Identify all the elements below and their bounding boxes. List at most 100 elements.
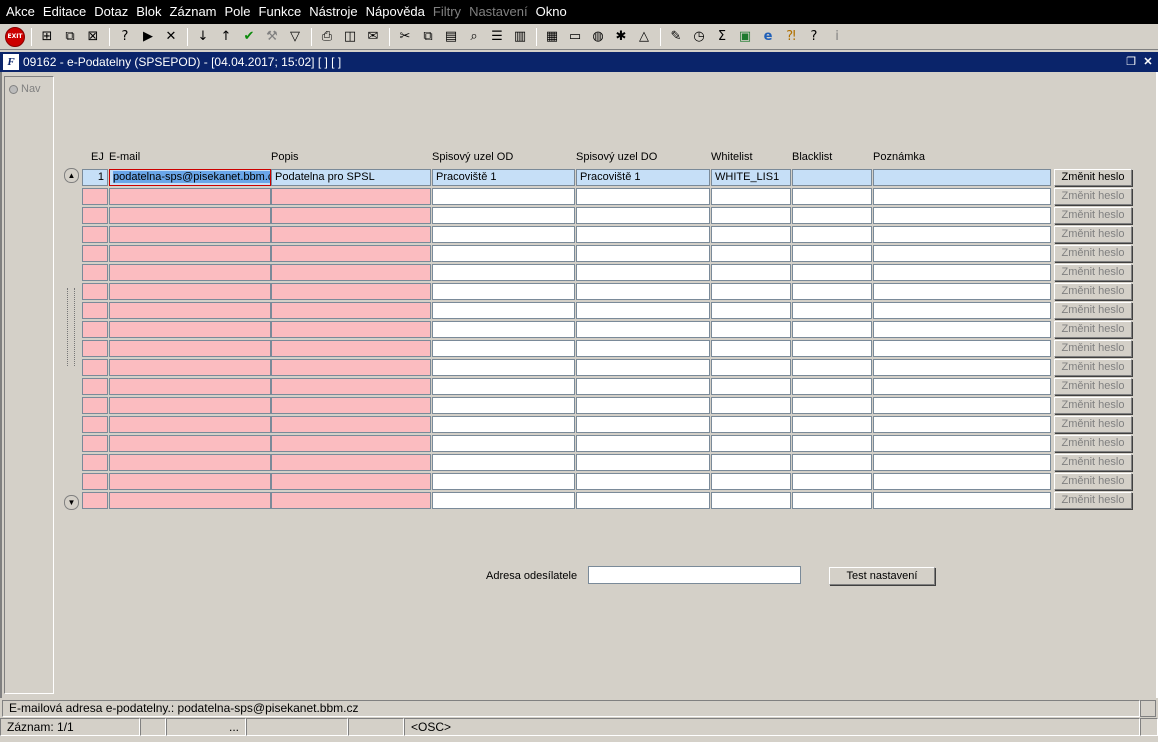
change-password-button[interactable]: Změnit heslo	[1054, 416, 1132, 433]
cell-email[interactable]	[109, 283, 271, 300]
change-password-button[interactable]: Změnit heslo	[1054, 188, 1132, 205]
cell-blacklist[interactable]	[792, 473, 872, 490]
wrench-icon[interactable]: ⚒	[261, 26, 283, 48]
change-password-button[interactable]: Změnit heslo	[1054, 397, 1132, 414]
cell-popis[interactable]	[271, 378, 431, 395]
cell-do[interactable]	[576, 283, 710, 300]
cell-blacklist[interactable]	[792, 359, 872, 376]
cell-popis[interactable]	[271, 264, 431, 281]
cell-email[interactable]	[109, 359, 271, 376]
cell-do[interactable]	[576, 207, 710, 224]
cell-whitelist[interactable]	[711, 473, 791, 490]
help-icon[interactable]: ?	[803, 26, 825, 48]
cell-blacklist[interactable]	[792, 302, 872, 319]
cell-popis[interactable]	[271, 492, 431, 509]
cell-blacklist[interactable]	[792, 188, 872, 205]
cell-whitelist[interactable]	[711, 245, 791, 262]
change-password-button[interactable]: Změnit heslo	[1054, 245, 1132, 262]
cell-od[interactable]	[432, 264, 575, 281]
change-password-button[interactable]: Změnit heslo	[1054, 473, 1132, 490]
query-enter-icon[interactable]: ?	[114, 26, 136, 48]
cell-popis[interactable]	[271, 416, 431, 433]
cell-popis[interactable]	[271, 340, 431, 357]
cell-od[interactable]: Pracoviště 1	[432, 169, 575, 186]
cell-blacklist[interactable]	[792, 264, 872, 281]
cell-blacklist[interactable]	[792, 492, 872, 509]
cell-email[interactable]	[109, 302, 271, 319]
mail-icon[interactable]: ✉	[362, 26, 384, 48]
cell-od[interactable]	[432, 473, 575, 490]
cell-whitelist[interactable]	[711, 397, 791, 414]
cell-blacklist[interactable]	[792, 340, 872, 357]
nav-tab[interactable]: Nav	[9, 83, 41, 95]
cell-popis[interactable]	[271, 473, 431, 490]
cell-do[interactable]	[576, 302, 710, 319]
delete-record-icon[interactable]: ⊠	[82, 26, 104, 48]
cell-od[interactable]	[432, 340, 575, 357]
cell-poznamka[interactable]	[873, 226, 1051, 243]
change-password-button[interactable]: Změnit heslo	[1054, 321, 1132, 338]
cell-do[interactable]	[576, 492, 710, 509]
cell-whitelist[interactable]	[711, 378, 791, 395]
change-password-button[interactable]: Změnit heslo	[1054, 359, 1132, 376]
menu-akce[interactable]: Akce	[2, 0, 39, 24]
cell-whitelist[interactable]	[711, 359, 791, 376]
cell-email[interactable]	[109, 435, 271, 452]
cell-ej[interactable]	[82, 340, 108, 357]
change-password-button[interactable]: Změnit heslo	[1054, 283, 1132, 300]
cell-email[interactable]	[109, 454, 271, 471]
cell-poznamka[interactable]	[873, 378, 1051, 395]
cell-whitelist[interactable]: WHITE_LIS1	[711, 169, 791, 186]
cell-ej[interactable]	[82, 245, 108, 262]
menu-pole[interactable]: Pole	[221, 0, 255, 24]
cell-poznamka[interactable]	[873, 397, 1051, 414]
change-password-button[interactable]: Změnit heslo	[1054, 207, 1132, 224]
cell-blacklist[interactable]	[792, 169, 872, 186]
exit-icon[interactable]: EXIT	[4, 26, 26, 48]
cell-do[interactable]	[576, 226, 710, 243]
query-cancel-icon[interactable]: ✕	[160, 26, 182, 48]
cell-email[interactable]	[109, 340, 271, 357]
menu-okno[interactable]: Okno	[532, 0, 571, 24]
cell-email[interactable]	[109, 207, 271, 224]
menu-zaznam[interactable]: Záznam	[166, 0, 221, 24]
cell-ej[interactable]	[82, 397, 108, 414]
cell-blacklist[interactable]	[792, 245, 872, 262]
cell-ej[interactable]	[82, 226, 108, 243]
cell-whitelist[interactable]	[711, 340, 791, 357]
cell-do[interactable]	[576, 340, 710, 357]
sort-asc-icon[interactable]: ↓	[192, 26, 214, 48]
print-icon[interactable]: ⎙	[316, 26, 338, 48]
window-title-bar[interactable]: F 09162 - e-Podatelny (SPSEPOD) - [04.04…	[0, 52, 1158, 72]
sort-desc-icon[interactable]: ↑	[215, 26, 237, 48]
vertical-scrollbar[interactable]: ▲ ▼	[64, 168, 79, 510]
cell-popis[interactable]: Podatelna pro SPSL	[271, 169, 431, 186]
help-folder-icon[interactable]: ⁈	[780, 26, 802, 48]
cell-poznamka[interactable]	[873, 454, 1051, 471]
cell-ej[interactable]	[82, 207, 108, 224]
cell-do[interactable]	[576, 359, 710, 376]
cell-poznamka[interactable]	[873, 188, 1051, 205]
cell-ej[interactable]	[82, 454, 108, 471]
find-icon[interactable]: ⌕	[463, 26, 485, 48]
cell-ej[interactable]	[82, 378, 108, 395]
globe-icon[interactable]: ◍	[587, 26, 609, 48]
cell-blacklist[interactable]	[792, 283, 872, 300]
cell-od[interactable]	[432, 454, 575, 471]
list-icon[interactable]: ☰	[486, 26, 508, 48]
cell-popis[interactable]	[271, 435, 431, 452]
cell-do[interactable]	[576, 245, 710, 262]
cell-poznamka[interactable]	[873, 340, 1051, 357]
cell-blacklist[interactable]	[792, 226, 872, 243]
scroll-up-icon[interactable]: ▲	[64, 168, 79, 183]
menu-blok[interactable]: Blok	[132, 0, 165, 24]
cell-whitelist[interactable]	[711, 188, 791, 205]
cell-popis[interactable]	[271, 359, 431, 376]
triangle-icon[interactable]: △	[633, 26, 655, 48]
cell-email[interactable]	[109, 473, 271, 490]
cell-do[interactable]	[576, 435, 710, 452]
cell-od[interactable]	[432, 302, 575, 319]
cell-od[interactable]	[432, 492, 575, 509]
cell-do[interactable]	[576, 378, 710, 395]
ie-icon[interactable]: e	[757, 26, 779, 48]
